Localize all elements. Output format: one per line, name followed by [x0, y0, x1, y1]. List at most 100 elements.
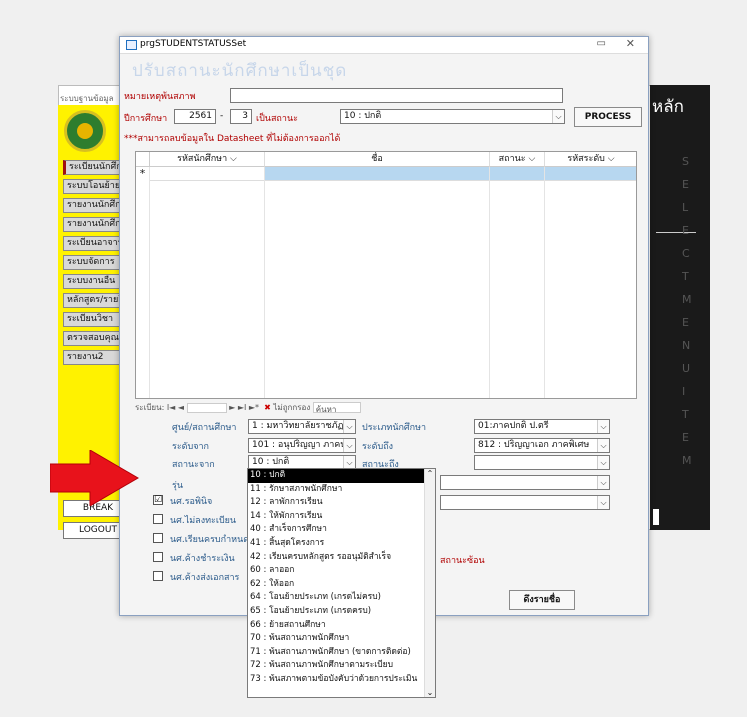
dropdown-option[interactable]: 11 : รักษาสภาพนักศึกษา — [248, 483, 435, 497]
status-select-value: 10 : ปกติ — [344, 111, 382, 121]
dropdown-option[interactable]: 41 : สิ้นสุดโครงการ — [248, 537, 435, 551]
type-label: ประเภทนักศึกษา — [362, 423, 427, 433]
batch-label: รุ่น — [172, 481, 183, 491]
chevron-down-icon[interactable]: ⌵ — [597, 496, 609, 509]
dropdown-option[interactable]: 60 : ลาออก — [248, 564, 435, 578]
note-input[interactable] — [230, 88, 563, 103]
grid-column-line — [150, 167, 265, 398]
checkbox-label: นศ.รอพินิจ — [170, 497, 213, 507]
next-record-icon[interactable]: ► — [229, 403, 235, 412]
menu-letter: E — [682, 431, 689, 444]
new-record-icon[interactable]: ►* — [249, 403, 259, 412]
column-header-level-code[interactable]: รหัสระดับ ⌵ — [545, 152, 636, 167]
status-overlap-note: สถานะซ้อน — [440, 556, 485, 566]
column-header-name[interactable]: ชื่อ — [265, 152, 490, 167]
chevron-down-icon[interactable]: ⌵ — [597, 456, 609, 469]
record-navigator: ระเบียน: I◄ ◄ ► ►I ►* ✖ ไม่ถูกกรอง ค้นหา — [135, 401, 415, 415]
level-to-label: ระดับถึง — [362, 442, 394, 452]
close-icon[interactable]: ✕ — [626, 37, 635, 50]
record-number-input[interactable] — [186, 402, 227, 413]
list-names-button[interactable]: ดึงรายชื่อ — [509, 590, 575, 610]
record-label: ระเบียน: — [135, 403, 165, 412]
dropdown-option[interactable]: 10 : ปกติ — [248, 469, 435, 483]
dropdown-option[interactable]: 12 : ลาพักการเรียน — [248, 496, 435, 510]
search-input[interactable]: ค้นหา — [312, 402, 361, 414]
level-from-select[interactable]: 101 : อนุปริญญา ภาคปกติ ⌵ — [248, 438, 356, 453]
decorative-bar — [653, 509, 659, 525]
column-header-student-id[interactable]: รหัสนักศึกษา ⌵ — [150, 152, 265, 167]
checkbox[interactable]: ☑ — [153, 495, 163, 505]
dropdown-scrollbar[interactable]: ⌃ ⌄ — [424, 469, 435, 697]
menu-letter: E — [682, 316, 689, 329]
batch-select[interactable]: ⌵ — [440, 475, 610, 490]
center-select[interactable]: 1 : มหาวิทยาลัยราชภัฏเชียงใหม่⌵ — [248, 419, 356, 434]
menu-letter: C — [682, 247, 690, 260]
checkbox[interactable] — [153, 571, 163, 581]
chevron-down-icon[interactable]: ⌵ — [343, 420, 355, 433]
dropdown-option[interactable]: 73 : พ้นสภาพตามข้อบังคับว่าด้วยการประเมิ… — [248, 673, 435, 687]
chevron-down-icon[interactable]: ⌵ — [597, 439, 609, 452]
background-app-title: ระบบฐานข้อมูล — [60, 94, 114, 103]
dropdown-option[interactable]: 71 : พ้นสถานภาพนักศึกษา (ขาดการติดต่อ) — [248, 646, 435, 660]
status-select[interactable]: 10 : ปกติ ⌵ — [340, 109, 565, 124]
menu-letter: T — [682, 408, 689, 421]
minimize-icon[interactable]: ▭ — [597, 38, 606, 49]
column-header-status[interactable]: สถานะ ⌵ — [490, 152, 545, 167]
first-record-icon[interactable]: I◄ — [167, 403, 176, 412]
select-all-cell[interactable] — [136, 152, 150, 167]
extra-select[interactable]: ⌵ — [440, 495, 610, 510]
dropdown-option[interactable]: 66 : ย้ายสถานศึกษา — [248, 619, 435, 633]
menu-letter: U — [682, 362, 691, 375]
term-input[interactable]: 3 — [230, 109, 252, 124]
dropdown-option[interactable]: 65 : โอนย้ายประเภท (เกรดครบ) — [248, 605, 435, 619]
dropdown-option[interactable]: 42 : เรียนครบหลักสูตร รออนุมัติสำเร็จ — [248, 551, 435, 565]
checkbox[interactable] — [153, 514, 163, 524]
window-title: prgSTUDENTSTATUSSet — [140, 39, 247, 49]
menu-letter: M — [682, 454, 692, 467]
chevron-down-icon[interactable]: ⌵ — [597, 420, 609, 433]
background-right-panel: หลัก SELECTMENUITEM — [650, 85, 710, 530]
term-separator: - — [220, 111, 224, 121]
dropdown-option[interactable]: 14 : ให้พักการเรียน — [248, 510, 435, 524]
note-label: หมายเหตุพ้นสภาพ — [124, 92, 196, 102]
menu-letter: E — [682, 224, 689, 237]
checkbox[interactable] — [153, 552, 163, 562]
process-button[interactable]: PROCESS — [574, 107, 642, 127]
checkbox-label: นศ.ค้างชำระเงิน — [170, 554, 235, 564]
year-input[interactable]: 2561 — [174, 109, 216, 124]
chevron-down-icon[interactable]: ⌵ — [552, 110, 564, 123]
scroll-down-icon[interactable]: ⌄ — [425, 688, 435, 697]
dropdown-option[interactable]: 64 : โอนย้ายประเภท (เกรดไม่ครบ) — [248, 591, 435, 605]
dropdown-option[interactable]: 70 : พ้นสถานภาพนักศึกษา — [248, 632, 435, 646]
filter-label[interactable]: ไม่ถูกกรอง — [273, 403, 310, 412]
center-label: ศูนย์/สถานศึกษา — [172, 423, 237, 433]
chevron-down-icon[interactable]: ⌵ — [343, 439, 355, 452]
checkbox[interactable] — [153, 533, 163, 543]
university-logo — [64, 110, 106, 152]
page-title: ปรับสถานะนักศึกษาเป็นชุด — [132, 61, 348, 81]
status-dropdown-list[interactable]: 10 : ปกติ 11 : รักษาสภาพนักศึกษา 12 : ลาพั… — [247, 468, 436, 698]
new-row-level-cell[interactable] — [545, 167, 636, 181]
status-to-select[interactable]: ⌵ — [474, 455, 610, 470]
divider — [656, 232, 696, 233]
dropdown-option[interactable]: 62 : ให้ออก — [248, 578, 435, 592]
checkbox-label: นศ.เรียนครบกำหนด — [170, 535, 250, 545]
checkbox-label: นศ.ค้างส่งเอกสาร — [170, 573, 240, 583]
menu-letter: E — [682, 178, 689, 191]
filter-icon: ✖ — [264, 403, 271, 412]
scroll-up-icon[interactable]: ⌃ — [425, 469, 435, 478]
red-arrow-icon — [50, 450, 139, 506]
prev-record-icon[interactable]: ◄ — [178, 403, 184, 412]
grid-column-line — [265, 167, 490, 398]
last-record-icon[interactable]: ►I — [238, 403, 247, 412]
level-to-select[interactable]: 812 : ปริญญาเอก ภาคพิเศษ ⌵ — [474, 438, 610, 453]
chevron-down-icon[interactable]: ⌵ — [597, 476, 609, 489]
datasheet-grid[interactable]: รหัสนักศึกษา ⌵ ชื่อ สถานะ ⌵ รหัสระดับ ⌵ … — [135, 151, 637, 399]
year-label: ปีการศึกษา — [124, 114, 168, 124]
menu-letter: N — [682, 339, 691, 352]
dropdown-option[interactable]: 40 : สำเร็จการศึกษา — [248, 523, 435, 537]
dropdown-option[interactable]: 72 : พ้นสถานภาพนักศึกษาตามระเบียบ — [248, 659, 435, 673]
type-select[interactable]: 01:ภาคปกติ ป.ตรี ⌵ — [474, 419, 610, 434]
menu-letter: I — [682, 385, 686, 398]
checkbox-label: นศ.ไม่ลงทะเบียน — [170, 516, 237, 526]
